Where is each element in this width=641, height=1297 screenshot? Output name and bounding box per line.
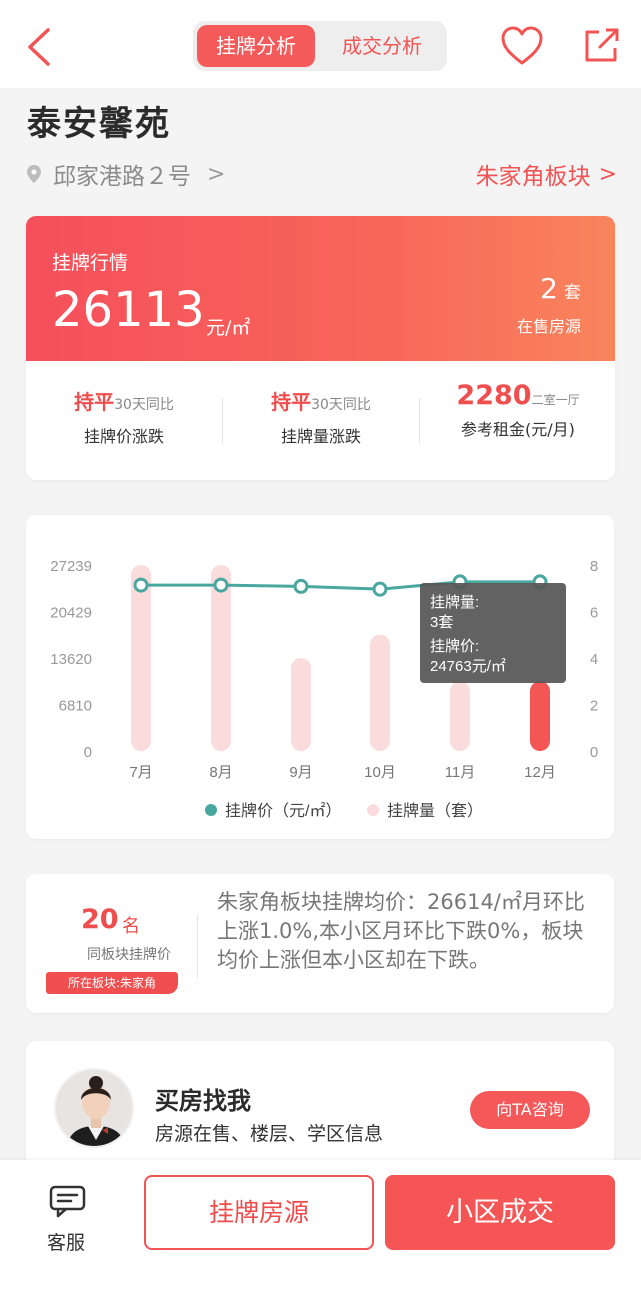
chevron-right-icon: >	[598, 161, 617, 187]
share-icon[interactable]	[582, 25, 622, 65]
consult-button[interactable]: 向TA咨询	[470, 1091, 590, 1129]
volume-bar	[131, 565, 151, 751]
legend-label-price: 挂牌价（元/㎡）	[225, 802, 341, 820]
tooltip-text: 挂牌量:	[430, 594, 479, 611]
address-link[interactable]: 邱家港路２号 >	[27, 158, 225, 190]
analysis-tab-switcher: 挂牌分析 成交分析	[193, 21, 447, 71]
volume-bar	[211, 565, 231, 751]
district-tag: 所在板块:朱家角	[46, 972, 178, 994]
left-axis-tick-label: 0	[84, 744, 92, 761]
tooltip-text: 3套	[430, 614, 453, 631]
market-label: 挂牌行情	[52, 252, 129, 274]
stat-label: 挂牌价涨跌	[83, 427, 164, 446]
legend-label-volume: 挂牌量（套）	[387, 802, 483, 820]
stat-note: 30天同比	[311, 397, 371, 413]
stat-value: 持平	[74, 390, 115, 414]
rank-label: 同板块挂牌价	[87, 947, 171, 963]
price-point	[372, 581, 388, 597]
market-card: 挂牌行情 26113 元/㎡ 2 套 在售房源 持平30天同比 挂牌价涨跌 持平…	[26, 216, 615, 480]
right-axis-tick-label: 4	[590, 651, 598, 668]
left-axis-tick-label: 20429	[50, 605, 92, 622]
avatar[interactable]	[54, 1068, 134, 1148]
right-axis-tick-label: 6	[590, 605, 598, 622]
legend-marker-price	[205, 804, 217, 816]
bottom-action-bar: 客服 挂牌房源 小区成交	[0, 1160, 641, 1297]
agent-subtitle: 房源在售、楼层、学区信息	[155, 1123, 384, 1145]
deals-button[interactable]: 小区成交	[385, 1175, 615, 1250]
price-point	[213, 577, 229, 593]
x-axis-tick-label: 7月	[129, 764, 152, 781]
stat-rent: 2280二室一厅 参考租金(元/月)	[420, 380, 615, 440]
x-axis-tick-label: 8月	[209, 764, 232, 781]
chevron-right-icon: >	[207, 161, 226, 187]
district-link[interactable]: 朱家角板块 >	[475, 158, 617, 191]
x-axis-tick-label: 9月	[289, 764, 312, 781]
market-header: 挂牌行情 26113 元/㎡ 2 套 在售房源	[26, 216, 615, 361]
customer-service-icon[interactable]	[49, 1184, 89, 1220]
stat-note: 二室一厅	[531, 393, 580, 407]
tooltip-text: 挂牌价:	[430, 638, 479, 655]
listing-count-value: 2	[540, 272, 558, 305]
stat-value: 2280	[456, 380, 532, 411]
back-arrow-icon[interactable]	[22, 24, 62, 70]
listing-count: 2 套	[540, 272, 581, 305]
volume-bar	[291, 658, 311, 751]
left-axis-tick-label: 27239	[50, 558, 92, 575]
listing-count-label: 在售房源	[516, 317, 581, 336]
rank-unit: 名	[122, 916, 140, 937]
rank-number: 20	[81, 904, 119, 935]
x-axis-tick-label: 10月	[364, 764, 396, 781]
volume-bar	[450, 681, 470, 751]
tab-listing-analysis[interactable]: 挂牌分析	[197, 25, 315, 67]
agent-photo-icon	[56, 1070, 132, 1146]
stat-value: 持平	[271, 390, 312, 414]
left-axis-tick-label: 6810	[59, 698, 92, 715]
stat-label: 参考租金(元/月)	[461, 420, 575, 439]
market-price: 26113	[52, 282, 205, 338]
market-price-unit: 元/㎡	[206, 317, 251, 339]
top-bar: 挂牌分析 成交分析	[0, 0, 641, 88]
volume-bar	[370, 634, 390, 751]
stat-note: 30天同比	[114, 397, 174, 413]
tab-deal-analysis[interactable]: 成交分析	[321, 25, 443, 67]
tooltip-text: 24763元/㎡	[430, 658, 506, 675]
listing-count-unit: 套	[564, 283, 581, 303]
chart-card: 27239 20429 13620 6810 0 8 6 4 2 0 7月 8月 9月 10月 11月 12月…	[26, 515, 614, 839]
stat-label: 挂牌量涨跌	[280, 427, 361, 446]
location-pin-icon	[27, 165, 41, 183]
legend-marker-volume	[367, 804, 379, 816]
listings-button[interactable]: 挂牌房源	[144, 1175, 374, 1250]
district-summary: 朱家角板块挂牌均价：26614/㎡月环比上涨1.0%,本小区月环比下跌0%，板块…	[217, 890, 585, 972]
left-axis-tick-label: 13620	[50, 651, 92, 668]
heart-icon[interactable]	[500, 26, 544, 66]
ranking-card: 20 名 同板块挂牌价 所在板块:朱家角 朱家角板块挂牌均价：26614/㎡月环…	[26, 874, 614, 1013]
right-axis-tick-label: 8	[590, 558, 598, 575]
price-volume-chart: 27239 20429 13620 6810 0 8 6 4 2 0 7月 8月 9月 10月 11月 12月…	[50, 558, 598, 820]
price-point	[293, 578, 309, 594]
price-point	[133, 577, 149, 593]
address-text: 邱家港路２号	[53, 164, 191, 190]
right-axis-tick-label: 0	[590, 744, 598, 761]
district-text: 朱家角板块	[475, 164, 591, 190]
right-axis-tick-label: 2	[590, 698, 598, 715]
stat-price-change: 持平30天同比 挂牌价涨跌	[26, 386, 222, 447]
customer-service-label[interactable]: 客服	[47, 1228, 85, 1255]
divider	[197, 914, 198, 978]
volume-bar	[530, 681, 550, 751]
agent-title: 买房找我	[155, 1087, 251, 1115]
community-name: 泰安馨苑	[27, 104, 171, 144]
stat-volume-change: 持平30天同比 挂牌量涨跌	[223, 386, 419, 447]
x-axis-tick-label: 12月	[524, 764, 556, 781]
x-axis-tick-label: 11月	[445, 764, 476, 781]
